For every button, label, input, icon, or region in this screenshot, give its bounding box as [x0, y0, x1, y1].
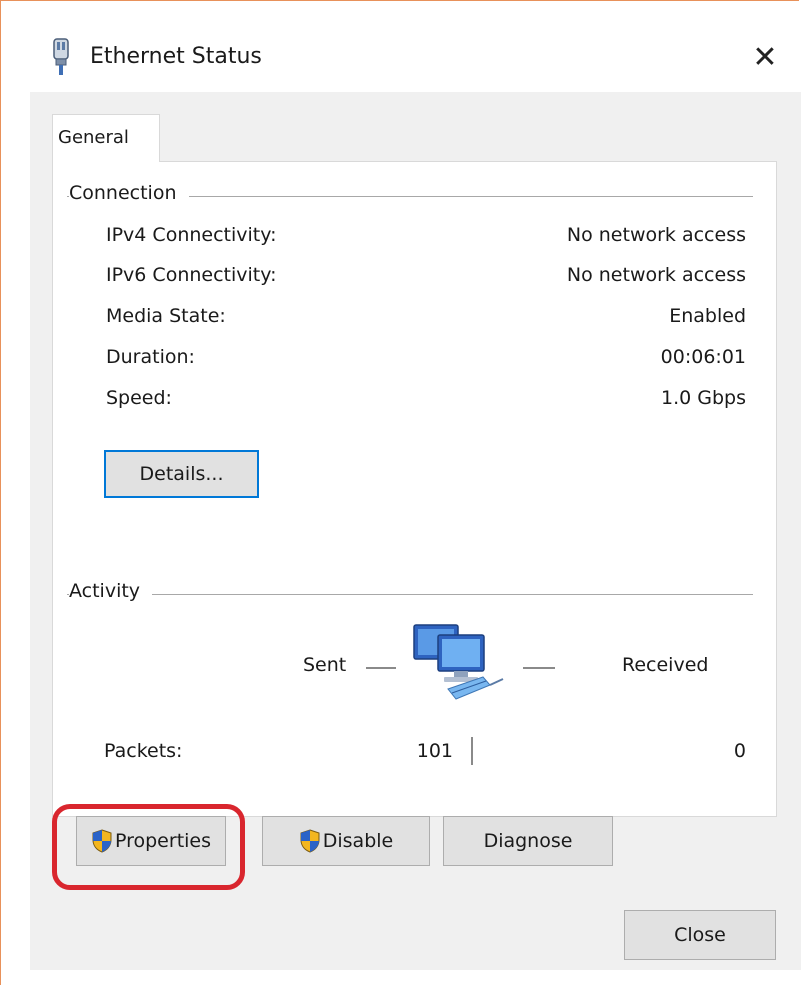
disable-button-label: Disable: [322, 830, 394, 852]
properties-button-label: Properties: [114, 830, 212, 852]
ipv6-connectivity-label: IPv6 Connectivity:: [106, 264, 277, 286]
packets-label: Packets:: [104, 740, 183, 762]
ethernet-status-dialog: Ethernet Status ✕ General Connection IPv…: [30, 14, 801, 970]
uac-shield-icon: [300, 829, 320, 853]
sent-connector-line: [366, 667, 396, 669]
general-tab-panel: Connection IPv4 Connectivity: No network…: [52, 161, 777, 817]
ethernet-adapter-icon: [53, 38, 69, 75]
window-title: Ethernet Status: [90, 44, 262, 69]
media-state-label: Media State:: [106, 305, 226, 327]
properties-button[interactable]: Properties: [76, 816, 226, 866]
network-computers-icon: [413, 624, 504, 700]
packets-sent-value: 101: [416, 740, 453, 762]
media-state-value: Enabled: [669, 305, 746, 327]
activity-heading: Activity: [69, 580, 153, 602]
dialog-client-area: General Connection IPv4 Connectivity: No…: [30, 92, 801, 970]
packets-divider: [471, 737, 473, 765]
sent-label: Sent: [303, 654, 347, 676]
received-label: Received: [622, 654, 709, 676]
ipv6-connectivity-value: No network access: [566, 264, 746, 286]
connection-heading: Connection: [69, 182, 189, 204]
activity-group-line: [67, 594, 753, 595]
packets-received-value: 0: [733, 740, 746, 762]
close-icon[interactable]: ✕: [745, 38, 785, 78]
diagnose-button[interactable]: Diagnose: [443, 816, 613, 866]
speed-label: Speed:: [106, 387, 172, 409]
ipv4-connectivity-value: No network access: [566, 224, 746, 246]
uac-shield-icon: [92, 829, 112, 853]
received-connector-line: [523, 667, 555, 669]
close-button[interactable]: Close: [624, 910, 776, 960]
disable-button[interactable]: Disable: [262, 816, 430, 866]
title-bar[interactable]: Ethernet Status ✕: [30, 14, 801, 92]
details-button[interactable]: Details...: [104, 450, 259, 498]
duration-value: 00:06:01: [660, 346, 746, 368]
tab-general[interactable]: General: [52, 114, 160, 162]
ipv4-connectivity-label: IPv4 Connectivity:: [106, 224, 277, 246]
speed-value: 1.0 Gbps: [661, 387, 746, 409]
duration-label: Duration:: [106, 346, 195, 368]
